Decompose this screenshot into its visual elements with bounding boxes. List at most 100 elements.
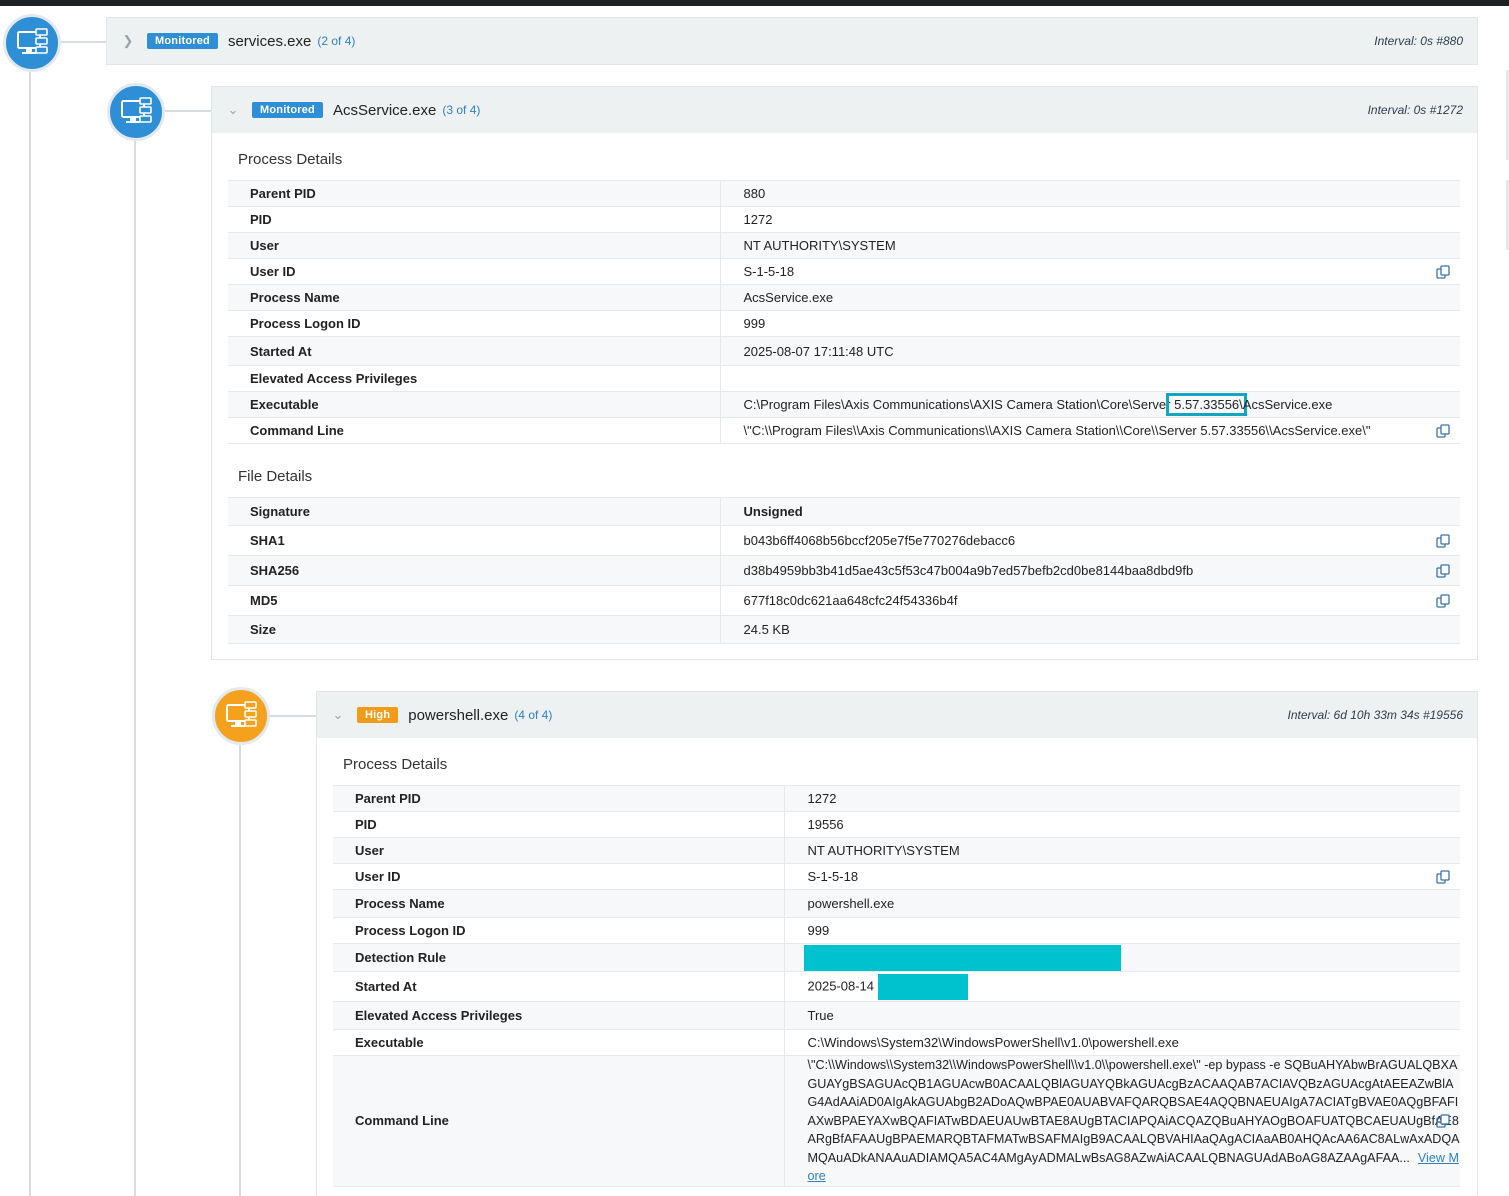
command-line-value: \"C:\\Windows\\System32\\WindowsPowerShe… <box>807 1058 1460 1165</box>
chevron-down-icon[interactable]: ⌄ <box>226 102 240 118</box>
tree-connector <box>60 41 106 43</box>
table-row: User NT AUTHORITY\SYSTEM <box>228 232 1460 259</box>
table-row: Signature Unsigned <box>228 497 1460 526</box>
process-card-header[interactable]: ⌄ High powershell.exe (4 of 4) Interval:… <box>317 692 1477 738</box>
process-node-icon[interactable] <box>107 83 165 141</box>
copy-icon[interactable] <box>1436 1114 1450 1128</box>
field-value <box>720 365 1460 392</box>
interval-label: Interval: 0s #1272 <box>1367 103 1463 117</box>
field-value: AcsService.exe <box>720 284 1460 311</box>
field-label: Detection Rule <box>333 943 785 972</box>
field-value: S-1-5-18 <box>807 869 859 884</box>
field-value: 880 <box>720 180 1460 207</box>
copy-icon[interactable] <box>1436 869 1450 884</box>
table-row: Command Line \"C:\\Program Files\\Axis Co… <box>228 417 1460 444</box>
field-value-cell: S-1-5-18 <box>720 258 1460 285</box>
field-value: b043b6ff4068b56bccf205e7f5e770276debacc6 <box>743 533 1016 548</box>
field-label: User <box>228 232 721 259</box>
field-label: Process Logon ID <box>228 310 721 337</box>
field-label: User ID <box>228 258 721 285</box>
process-details-table: Parent PID 880 PID 1272 User NT AUTHORITY\S… <box>228 180 1460 444</box>
file-details-table: Signature Unsigned SHA1 b043b6ff4068b56bcc… <box>228 497 1460 644</box>
field-label: Elevated Access Privileges <box>228 365 721 392</box>
table-row: Elevated Access Privileges True <box>333 1001 1460 1030</box>
field-label: Started At <box>228 336 721 366</box>
copy-icon[interactable] <box>1436 264 1450 279</box>
table-row: PID 19556 <box>333 811 1460 838</box>
table-row: Command Line \"C:\\Windows\\System32\\Win… <box>333 1055 1460 1187</box>
field-label: Parent PID <box>228 180 721 207</box>
field-label: SHA1 <box>228 525 721 556</box>
table-row: MD5 677f18c0dc621aa648cfc24f54336b4f <box>228 585 1460 616</box>
table-row: PID 1272 <box>228 206 1460 233</box>
process-count: (2 of 4) <box>317 34 356 48</box>
field-label: User <box>333 837 785 864</box>
field-label: Signature <box>228 497 721 526</box>
interval-label: Interval: 6d 10h 33m 34s #19556 <box>1287 708 1463 722</box>
executable-file: AcsService.exe <box>1242 397 1333 412</box>
field-value: NT AUTHORITY\SYSTEM <box>720 232 1460 259</box>
field-label: Parent PID <box>333 785 785 812</box>
section-title-file: File Details <box>238 468 313 485</box>
table-row: Started At 2025-08-14 <box>333 971 1460 1002</box>
field-value-cell: \"C:\\Program Files\\Axis Communications… <box>720 417 1460 444</box>
tree-connector <box>29 70 31 1196</box>
table-row: Process Logon ID 999 <box>333 917 1460 944</box>
tree-connector <box>239 744 241 1196</box>
field-value-cell: b043b6ff4068b56bccf205e7f5e770276debacc6 <box>720 525 1460 556</box>
table-row: User ID S-1-5-18 <box>228 258 1460 285</box>
top-bar <box>0 0 1509 6</box>
chevron-right-icon[interactable]: ❯ <box>121 33 135 49</box>
process-node-icon[interactable] <box>212 687 270 745</box>
field-value: 999 <box>784 917 1460 944</box>
process-details-table: Parent PID 1272 PID 19556 User NT AUTHORITY… <box>333 785 1460 1187</box>
process-name: services.exe <box>227 32 312 50</box>
process-name: powershell.exe <box>408 706 509 724</box>
field-label: PID <box>333 811 785 838</box>
process-card-services: ❯ Monitored services.exe (2 of 4) Interv… <box>106 17 1478 65</box>
process-card-header[interactable]: ⌄ Monitored AcsService.exe (3 of 4) Inte… <box>212 87 1477 133</box>
table-row: Size 24.5 KB <box>228 615 1460 644</box>
field-label: Started At <box>333 971 785 1002</box>
status-badge: Monitored <box>252 102 323 118</box>
field-value: 2025-08-07 17:11:48 UTC <box>720 336 1460 366</box>
process-name: AcsService.exe <box>332 101 437 119</box>
table-row: Process Name AcsService.exe <box>228 284 1460 311</box>
highlighted-version: 5.57.33556\ <box>1166 393 1247 416</box>
redacted-block <box>803 944 1121 971</box>
process-card-acsservice: ⌄ Monitored AcsService.exe (3 of 4) Inte… <box>211 86 1478 660</box>
field-label: User ID <box>333 863 785 890</box>
field-value-cell: d38b4959bb3b41d5ae43c5f53c47b004a9b7ed57… <box>720 555 1460 586</box>
process-count: (3 of 4) <box>442 103 481 117</box>
field-value-cell: 2025-08-14 <box>784 971 1460 1002</box>
table-row: Started At 2025-08-07 17:11:48 UTC <box>228 336 1460 366</box>
field-label: Executable <box>228 391 721 418</box>
field-value: d38b4959bb3b41d5ae43c5f53c47b004a9b7ed57… <box>743 563 1194 578</box>
field-label: Elevated Access Privileges <box>333 1001 785 1030</box>
interval-label: Interval: 0s #880 <box>1374 34 1463 48</box>
redacted-block <box>877 973 968 1000</box>
field-label: Process Name <box>333 889 785 918</box>
field-value-cell <box>784 943 1460 972</box>
copy-icon[interactable] <box>1436 423 1450 438</box>
copy-icon[interactable] <box>1436 533 1450 548</box>
field-value-cell: S-1-5-18 <box>784 863 1460 890</box>
table-row: SHA256 d38b4959bb3b41d5ae43c5f53c47b004a9… <box>228 555 1460 586</box>
field-value: S-1-5-18 <box>743 264 795 279</box>
process-card-powershell: ⌄ High powershell.exe (4 of 4) Interval:… <box>316 691 1478 1196</box>
signature-status: Unsigned <box>720 497 1460 526</box>
process-card-header[interactable]: ❯ Monitored services.exe (2 of 4) Interv… <box>107 18 1477 64</box>
field-value: 1272 <box>784 785 1460 812</box>
copy-icon[interactable] <box>1436 563 1450 578</box>
field-value-cell: C:\Program Files\Axis Communications\AXI… <box>720 391 1460 418</box>
status-badge: Monitored <box>147 33 218 49</box>
tree-connector <box>164 110 212 112</box>
process-node-icon[interactable] <box>3 14 61 72</box>
table-row: User ID S-1-5-18 <box>333 863 1460 890</box>
table-row: Executable C:\Windows\System32\WindowsPow… <box>333 1029 1460 1056</box>
field-label: Executable <box>333 1029 785 1056</box>
chevron-down-icon[interactable]: ⌄ <box>331 707 345 723</box>
field-label: Size <box>228 615 721 644</box>
field-value-cell: \"C:\\Windows\\System32\\WindowsPowerShe… <box>784 1055 1460 1187</box>
copy-icon[interactable] <box>1436 593 1450 608</box>
